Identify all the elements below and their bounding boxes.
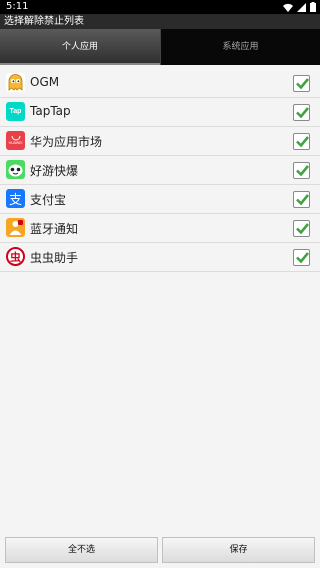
select-none-button[interactable]: 全不选 (5, 537, 158, 563)
app-name: OGM (30, 75, 60, 89)
save-button[interactable]: 保存 (162, 537, 315, 563)
app-checkbox[interactable] (293, 191, 310, 208)
chongchong-icon: 虫 (6, 247, 25, 266)
app-row-chongchong[interactable]: 虫 虫虫助手 (0, 243, 320, 272)
app-checkbox[interactable] (293, 162, 310, 179)
battery-icon (310, 2, 316, 12)
app-name: 支付宝 (30, 193, 67, 207)
huawei-appgallery-icon: HUAWEI (6, 131, 25, 150)
alipay-icon: 支 (6, 189, 25, 208)
app-name: 好游快爆 (30, 164, 79, 178)
bottom-bar: 全不选 保存 (0, 534, 320, 568)
taptap-icon-text: Tap (9, 108, 22, 115)
checkmark-icon (296, 223, 310, 235)
status-icons (283, 1, 316, 13)
app-name: 虫虫助手 (30, 251, 79, 265)
checkmark-icon (296, 252, 310, 264)
tab-system-apps[interactable]: 系统应用 (160, 29, 320, 65)
checkmark-icon (296, 136, 310, 148)
app-checkbox[interactable] (293, 133, 310, 150)
status-bar: 5:11 (0, 0, 320, 14)
checkmark-icon (296, 165, 310, 177)
tab-personal-apps[interactable]: 个人应用 (0, 29, 160, 65)
status-time: 5:11 (6, 1, 29, 12)
app-row-haoyoukuaibao[interactable]: 好游快爆 (0, 156, 320, 185)
ogm-icon (6, 73, 25, 92)
app-row-huawei-appgallery[interactable]: HUAWEI 华为应用市场 (0, 127, 320, 156)
app-row-alipay[interactable]: 支 支付宝 (0, 185, 320, 214)
app-name: 蓝牙通知 (30, 222, 79, 236)
checkmark-icon (296, 107, 310, 119)
taptap-icon: Tap (6, 102, 25, 121)
page-title: 选择解除禁止列表 (0, 14, 320, 29)
wifi-icon (283, 3, 293, 12)
app-row-ogm[interactable]: OGM (0, 69, 320, 98)
app-name: 华为应用市场 (30, 135, 103, 149)
app-checkbox[interactable] (293, 249, 310, 266)
chongchong-icon-text: 虫 (10, 250, 21, 264)
huawei-icon-text: HUAWEI (8, 141, 23, 145)
app-row-bluetooth-notify[interactable]: 蓝牙通知 (0, 214, 320, 243)
tab-bar: 个人应用 系统应用 (0, 29, 320, 65)
alipay-icon-text: 支 (8, 193, 22, 208)
signal-icon (297, 2, 306, 12)
app-row-taptap[interactable]: Tap TapTap (0, 98, 320, 127)
app-name: TapTap (30, 104, 71, 118)
app-checkbox[interactable] (293, 220, 310, 237)
app-checkbox[interactable] (293, 104, 310, 121)
app-list: OGM Tap TapTap HUAWEI 华为应用市场 好游快爆 支 支付宝 … (0, 69, 320, 272)
checkmark-icon (296, 78, 310, 90)
bluetooth-notify-icon (6, 218, 25, 237)
checkmark-icon (296, 194, 310, 206)
haoyoukuaibao-icon (6, 160, 25, 179)
app-checkbox[interactable] (293, 75, 310, 92)
